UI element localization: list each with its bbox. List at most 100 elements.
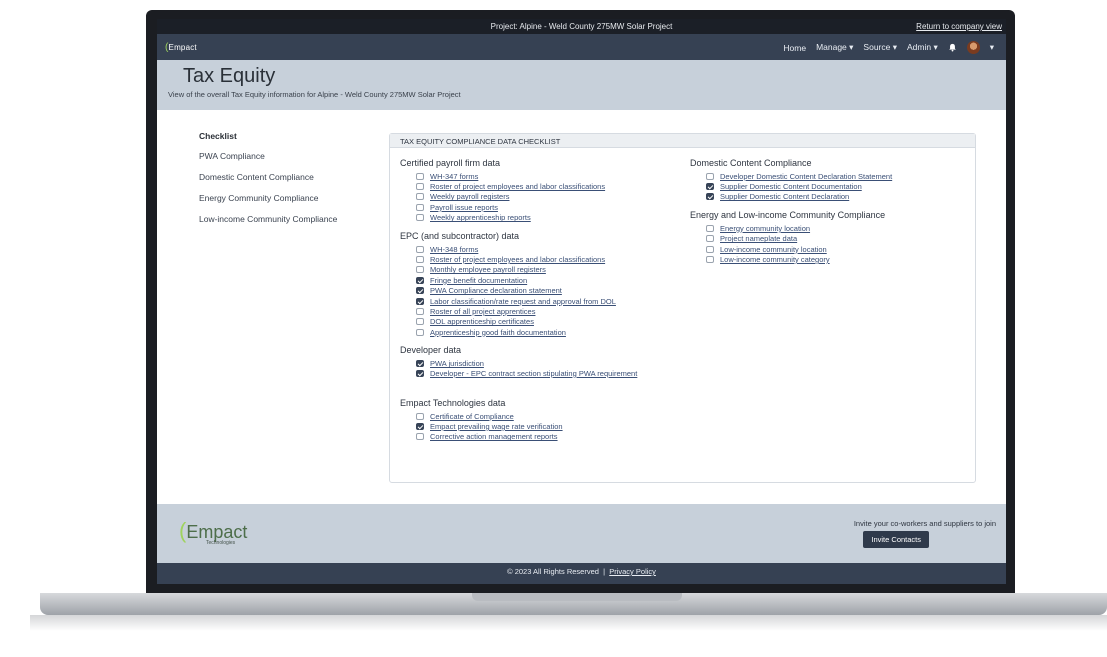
checklist-item[interactable]: Roster of all project apprentices [400, 306, 690, 316]
checklist-link[interactable]: Roster of project employees and labor cl… [430, 182, 605, 191]
invite-contacts-button[interactable]: Invite Contacts [863, 531, 929, 548]
checkbox-checked[interactable] [416, 287, 424, 295]
nav-logo[interactable]: (Empact [165, 42, 197, 53]
project-topbar: Project: Alpine - Weld County 275MW Sola… [157, 19, 1006, 34]
footer-logo-text: Empact [186, 522, 248, 542]
nav-home[interactable]: Home [783, 43, 806, 53]
checkbox[interactable] [416, 256, 424, 264]
checkbox-checked[interactable] [706, 193, 714, 201]
checkbox[interactable] [416, 318, 424, 326]
checkbox-checked[interactable] [416, 360, 424, 368]
checkbox[interactable] [706, 172, 714, 180]
sidebar-item-pwa[interactable]: PWA Compliance [199, 151, 359, 162]
checkbox[interactable] [416, 245, 424, 253]
checklist-item[interactable]: Low-income community category [690, 254, 970, 264]
checklist-link[interactable]: Weekly payroll registers [430, 192, 509, 201]
checklist-item[interactable]: Developer Domestic Content Declaration S… [690, 171, 970, 181]
checkbox[interactable] [416, 214, 424, 222]
nav-source[interactable]: Source ▾ [863, 42, 897, 53]
sidebar-title[interactable]: Checklist [199, 131, 359, 141]
checkbox-checked[interactable] [706, 183, 714, 191]
checklist-item[interactable]: Roster of project employees and labor cl… [400, 254, 690, 264]
page-footer: (Empact Technologies Invite your co-work… [157, 504, 1006, 563]
checkbox[interactable] [416, 203, 424, 211]
checkbox[interactable] [416, 172, 424, 180]
checklist-link[interactable]: Monthly employee payroll registers [430, 265, 546, 274]
checklist-link[interactable]: Supplier Domestic Content Declaration [720, 192, 849, 201]
checkbox[interactable] [416, 307, 424, 315]
checklist-left-column: Certified payroll firm data WH-347 forms… [400, 156, 690, 442]
checklist-item[interactable]: Empact prevailing wage rate verification [400, 421, 690, 431]
checklist-link[interactable]: Roster of all project apprentices [430, 307, 535, 316]
checklist-item[interactable]: Low-income community location [690, 244, 970, 254]
checklist-link[interactable]: Fringe benefit documentation [430, 276, 527, 285]
sidebar-item-energy-community[interactable]: Energy Community Compliance [199, 193, 359, 204]
checkbox[interactable] [706, 235, 714, 243]
checklist-link[interactable]: WH-348 forms [430, 245, 478, 254]
privacy-policy-link[interactable]: Privacy Policy [609, 567, 656, 576]
checklist-link[interactable]: Project nameplate data [720, 234, 797, 243]
nav-manage[interactable]: Manage ▾ [816, 42, 853, 53]
checklist-link[interactable]: PWA Compliance declaration statement [430, 286, 562, 295]
checklist-item[interactable]: Developer - EPC contract section stipula… [400, 369, 690, 390]
checkbox[interactable] [416, 412, 424, 420]
sidebar-item-domestic-content[interactable]: Domestic Content Compliance [199, 172, 359, 183]
checkbox[interactable] [416, 266, 424, 274]
sidebar-item-low-income[interactable]: Low-income Community Compliance [199, 214, 359, 225]
checklist-item[interactable]: DOL apprenticeship certificates [400, 317, 690, 327]
page-subtitle: View of the overall Tax Equity informati… [168, 90, 461, 99]
checklist-item[interactable]: Weekly apprenticeship reports [400, 213, 690, 223]
checklist-link[interactable]: Empact prevailing wage rate verification [430, 422, 563, 431]
checklist-item[interactable]: PWA Compliance declaration statement [400, 286, 690, 296]
page-header: Tax Equity View of the overall Tax Equit… [157, 60, 1006, 110]
checkbox[interactable] [416, 193, 424, 201]
checklist-item[interactable]: Weekly payroll registers [400, 192, 690, 202]
checklist-link[interactable]: Corrective action management reports [430, 432, 558, 441]
checklist-link[interactable]: Roster of project employees and labor cl… [430, 255, 605, 264]
checkbox[interactable] [706, 256, 714, 264]
checklist-link[interactable]: DOL apprenticeship certificates [430, 317, 534, 326]
checklist-item[interactable]: WH-347 forms [400, 171, 690, 181]
checklist-link[interactable]: PWA jurisdiction [430, 359, 484, 368]
checklist-link[interactable]: Supplier Domestic Content Documentation [720, 182, 862, 191]
checkbox-checked[interactable] [416, 369, 424, 377]
checklist-item[interactable]: PWA jurisdiction [400, 358, 690, 368]
checklist-link[interactable]: Energy community location [720, 224, 810, 233]
checkbox-checked[interactable] [416, 422, 424, 430]
checkbox-checked[interactable] [416, 297, 424, 305]
checklist-link[interactable]: Developer - EPC contract section stipula… [430, 369, 660, 379]
checklist-link[interactable]: Certificate of Compliance [430, 412, 514, 421]
checklist-link[interactable]: Weekly apprenticeship reports [430, 213, 531, 222]
checklist-item[interactable]: WH-348 forms [400, 244, 690, 254]
checkbox-checked[interactable] [416, 276, 424, 284]
user-avatar[interactable] [966, 41, 980, 54]
checklist-link[interactable]: Apprenticeship good faith documentation [430, 328, 566, 337]
checklist-link[interactable]: Developer Domestic Content Declaration S… [720, 172, 892, 181]
checklist-item[interactable]: Payroll issue reports [400, 202, 690, 212]
checkbox[interactable] [706, 245, 714, 253]
checklist-item[interactable]: Roster of project employees and labor cl… [400, 181, 690, 191]
checklist-item[interactable]: Supplier Domestic Content Declaration [690, 192, 970, 202]
checkbox[interactable] [416, 328, 424, 336]
checklist-item[interactable]: Supplier Domestic Content Documentation [690, 181, 970, 191]
nav-admin[interactable]: Admin ▾ [907, 42, 938, 53]
checkbox[interactable] [706, 224, 714, 232]
checklist-item[interactable]: Fringe benefit documentation [400, 275, 690, 285]
checklist-link[interactable]: Low-income community location [720, 245, 827, 254]
checklist-link[interactable]: Labor classification/rate request and ap… [430, 297, 616, 306]
checklist-link[interactable]: Payroll issue reports [430, 203, 498, 212]
checklist-link[interactable]: WH-347 forms [430, 172, 478, 181]
checklist-link[interactable]: Low-income community category [720, 255, 830, 264]
checklist-item[interactable]: Apprenticeship good faith documentation [400, 327, 690, 337]
checklist-item[interactable]: Labor classification/rate request and ap… [400, 296, 690, 306]
checklist-item[interactable]: Certificate of Compliance [400, 411, 690, 421]
checkbox[interactable] [416, 183, 424, 191]
checklist-item[interactable]: Energy community location [690, 223, 970, 233]
return-to-company-link[interactable]: Return to company view [916, 22, 1002, 31]
checklist-item[interactable]: Project nameplate data [690, 234, 970, 244]
bell-icon[interactable] [948, 43, 957, 52]
checklist-item[interactable]: Corrective action management reports [400, 432, 690, 442]
checkbox[interactable] [416, 433, 424, 441]
avatar-dropdown-icon[interactable]: ▾ [990, 42, 994, 53]
checklist-item[interactable]: Monthly employee payroll registers [400, 265, 690, 275]
